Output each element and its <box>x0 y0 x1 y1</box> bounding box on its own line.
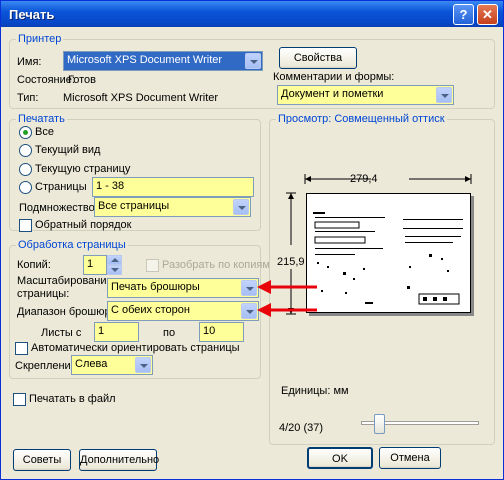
chevron-down-icon[interactable] <box>245 53 261 69</box>
comments-select[interactable]: Документ и пометки <box>277 85 454 105</box>
units-label: Единицы: мм <box>281 385 349 397</box>
collate-label: Разобрать по копиям <box>162 259 270 271</box>
binding-select[interactable]: Слева <box>71 355 153 375</box>
printer-name-value: Microsoft XPS Document Writer <box>67 54 223 66</box>
print-dialog: Печать ? ✕ Принтер Имя: Microsoft XPS Do… <box>0 0 504 480</box>
binding-value: Слева <box>75 358 108 370</box>
comments-label: Комментарии и формы: <box>273 71 395 83</box>
properties-button[interactable]: Свойства <box>279 47 357 69</box>
copies-spinner[interactable] <box>107 255 122 275</box>
preview-height-value: 215,9 <box>277 256 305 268</box>
type-value: Microsoft XPS Document Writer <box>63 92 219 104</box>
radio-pages[interactable] <box>19 181 32 194</box>
ok-button[interactable]: OK <box>307 447 373 469</box>
radio-all-label[interactable]: Все <box>35 126 54 138</box>
sheets-from-label: Листы с <box>41 327 82 339</box>
radio-all[interactable] <box>19 126 32 139</box>
collate-checkbox[interactable] <box>146 259 159 272</box>
sheets-from-input[interactable]: 1 <box>94 322 139 342</box>
printer-name-select[interactable]: Microsoft XPS Document Writer <box>63 51 263 71</box>
radio-pages-label[interactable]: Страницы <box>35 181 87 193</box>
help-button[interactable]: ? <box>453 4 474 25</box>
preview-page-thumbnail <box>313 212 463 305</box>
subset-value: Все страницы <box>98 200 170 212</box>
copies-input[interactable]: 1 <box>83 255 107 275</box>
radio-current-view-label[interactable]: Текущий вид <box>35 144 100 156</box>
print-range-group-label: Печатать <box>16 113 67 125</box>
scaling-label-line2: страницы: <box>17 288 70 300</box>
print-to-file-checkbox[interactable] <box>13 393 26 406</box>
radio-current-view[interactable] <box>19 144 32 157</box>
reverse-order-label[interactable]: Обратный порядок <box>35 219 131 231</box>
advanced-button[interactable]: Дополнительно <box>79 449 159 471</box>
chevron-down-icon[interactable] <box>436 87 452 103</box>
print-to-file-label[interactable]: Печатать в файл <box>29 393 116 405</box>
status-label: Состояние: <box>17 74 75 86</box>
printer-group-label: Принтер <box>16 33 64 45</box>
printer-name-label: Имя: <box>17 56 42 68</box>
subset-select[interactable]: Все страницы <box>94 197 251 217</box>
spin-up-icon[interactable] <box>107 255 122 265</box>
scaling-label-line1: Масштабирование <box>17 275 113 287</box>
status-value: Готов <box>68 74 96 86</box>
page-indicator: 4/20 (37) <box>279 422 324 434</box>
sheets-from-value: 1 <box>98 325 105 337</box>
booklet-range-label: Диапазон брошюры: <box>17 306 122 318</box>
sheets-to-label: по <box>163 327 176 339</box>
comments-value: Документ и пометки <box>281 88 384 100</box>
radio-current-page[interactable] <box>19 163 32 176</box>
booklet-range-value: С обеих сторон <box>111 304 190 316</box>
auto-rotate-checkbox[interactable] <box>15 342 28 355</box>
tips-button[interactable]: Советы <box>13 449 71 471</box>
booklet-range-select[interactable]: С обеих сторон <box>107 301 259 321</box>
sheets-to-input[interactable]: 10 <box>199 322 244 342</box>
chevron-down-icon[interactable] <box>135 357 151 373</box>
window-title: Печать <box>9 7 55 22</box>
pages-value: 1 - 38 <box>96 180 125 192</box>
page-slider-thumb[interactable] <box>373 414 385 434</box>
reverse-order-checkbox[interactable] <box>19 219 32 232</box>
scaling-select[interactable]: Печать брошюры <box>107 278 259 298</box>
title-bar[interactable]: Печать ? ✕ <box>1 1 503 27</box>
preview-width-value: 279,4 <box>350 173 378 185</box>
auto-rotate-label[interactable]: Автоматически ориентировать страницы <box>31 342 240 354</box>
copies-label: Копий: <box>17 259 51 271</box>
subset-label: Подмножество: <box>19 202 98 214</box>
type-label: Тип: <box>17 92 39 104</box>
close-button[interactable]: ✕ <box>477 4 498 25</box>
copies-value: 1 <box>87 258 94 270</box>
scaling-value: Печать брошюры <box>111 281 200 293</box>
page-handling-group-label: Обработка страницы <box>16 239 128 251</box>
preview-page <box>306 193 471 313</box>
sheets-to-value: 10 <box>203 325 216 337</box>
cancel-button[interactable]: Отмена <box>379 447 441 469</box>
spin-down-icon[interactable] <box>107 265 122 275</box>
radio-current-page-label[interactable]: Текущую страницу <box>35 163 130 175</box>
pages-input[interactable]: 1 - 38 <box>92 177 254 197</box>
chevron-down-icon[interactable] <box>233 199 249 215</box>
annotation-arrows <box>257 280 317 317</box>
